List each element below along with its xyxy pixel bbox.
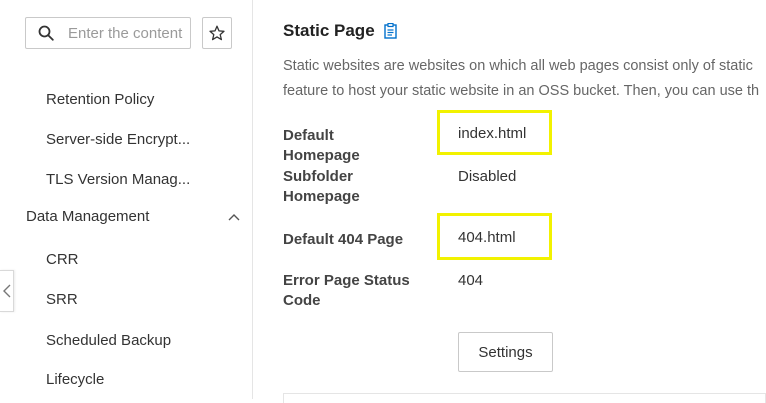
section-title: Static Page [283, 21, 397, 41]
favorite-button[interactable] [202, 17, 232, 49]
sidebar-group-data-management[interactable]: Data Management [26, 208, 240, 225]
highlight-box-default-homepage [437, 110, 552, 155]
sidebar-item-retention-policy[interactable]: Retention Policy [46, 91, 154, 108]
description-line-2: feature to host your static website in a… [283, 83, 760, 99]
sidebar-item-tls-version-management[interactable]: TLS Version Manag... [46, 171, 190, 188]
search-input[interactable] [68, 24, 190, 42]
sidebar-item-scheduled-backup[interactable]: Scheduled Backup [46, 332, 171, 349]
description-line-1: Static websites are websites on which al… [283, 58, 753, 74]
settings-button[interactable]: Settings [458, 332, 553, 372]
field-label-default-404-page: Default 404 Page [283, 231, 404, 248]
star-icon [209, 25, 225, 41]
sidebar-group-label: Data Management [26, 208, 150, 225]
document-icon[interactable] [383, 23, 397, 39]
sidebar-item-lifecycle[interactable]: Lifecycle [46, 371, 104, 388]
search-icon [38, 25, 54, 41]
field-value-error-page-status-code: 404 [458, 272, 484, 289]
field-value-subfolder-homepage: Disabled [458, 168, 517, 185]
section-title-text: Static Page [283, 21, 375, 40]
field-label-subfolder-homepage: Subfolder Homepage [283, 168, 360, 205]
highlight-box-default-404-page [437, 213, 552, 260]
sidebar-item-srr[interactable]: SRR [46, 291, 78, 308]
sidebar-item-server-side-encryption[interactable]: Server-side Encrypt... [46, 131, 190, 148]
field-label-error-page-status-code: Error Page Status Code [283, 272, 410, 309]
chevron-up-icon [228, 213, 240, 220]
sidebar-divider [252, 0, 253, 399]
chevron-left-icon [2, 284, 10, 298]
next-section-panel [283, 393, 766, 403]
search-box[interactable] [25, 17, 191, 49]
sidebar-item-crr[interactable]: CRR [46, 251, 79, 268]
field-label-default-homepage: Default Homepage [283, 127, 360, 164]
sidebar: Retention Policy Server-side Encrypt... … [0, 0, 253, 399]
sidebar-collapse-toggle[interactable] [0, 270, 14, 312]
